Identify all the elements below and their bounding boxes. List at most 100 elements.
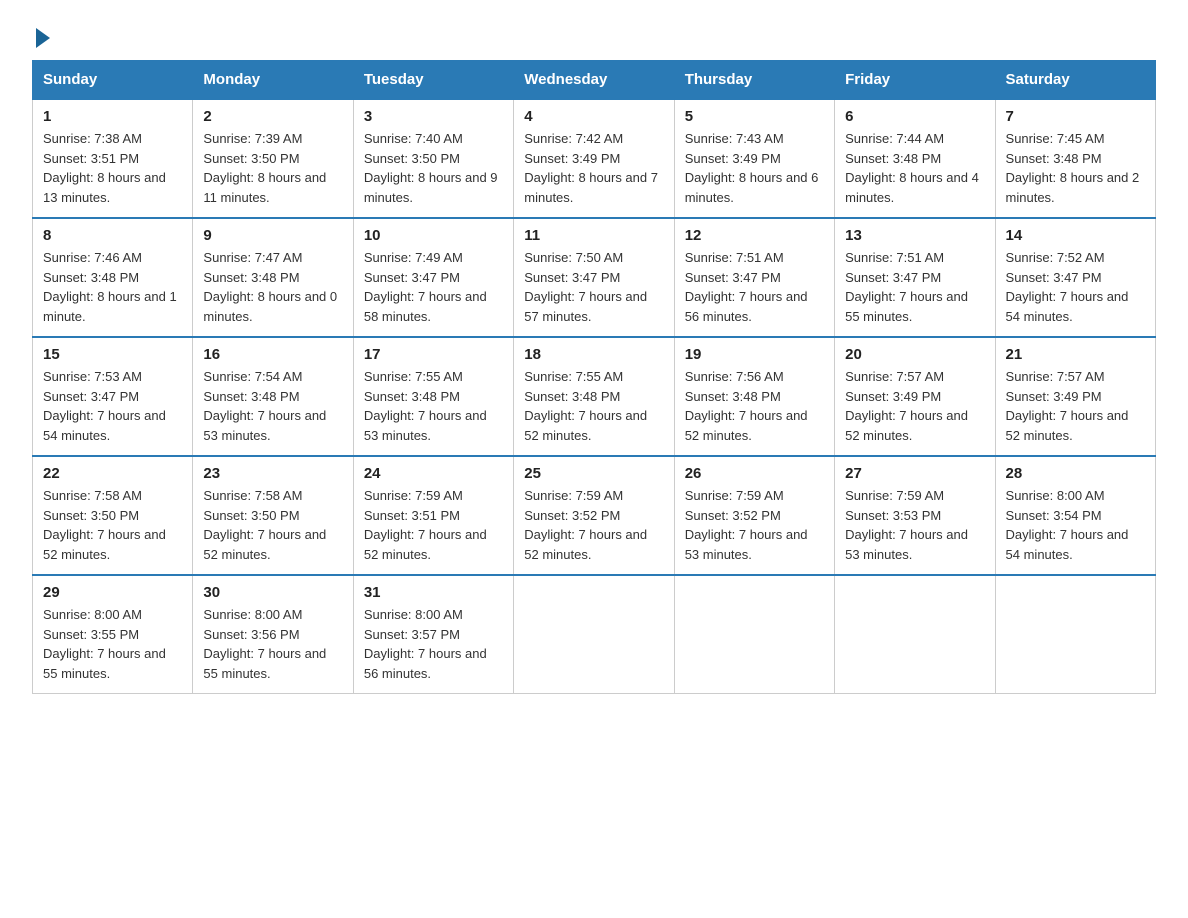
day-info: Sunrise: 7:42 AMSunset: 3:49 PMDaylight:… [524,129,663,207]
day-info: Sunrise: 7:55 AMSunset: 3:48 PMDaylight:… [364,367,503,445]
calendar-week-row: 29 Sunrise: 8:00 AMSunset: 3:55 PMDayligh… [33,575,1156,694]
day-number: 16 [203,346,342,363]
col-header-saturday: Saturday [995,61,1155,100]
calendar-cell: 28 Sunrise: 8:00 AMSunset: 3:54 PMDayligh… [995,456,1155,575]
day-number: 3 [364,108,503,125]
calendar-cell: 1 Sunrise: 7:38 AMSunset: 3:51 PMDaylight… [33,99,193,218]
day-number: 30 [203,584,342,601]
day-info: Sunrise: 7:56 AMSunset: 3:48 PMDaylight:… [685,367,824,445]
col-header-thursday: Thursday [674,61,834,100]
calendar-cell [995,575,1155,694]
day-info: Sunrise: 7:59 AMSunset: 3:52 PMDaylight:… [524,486,663,564]
calendar-cell: 18Sunrise: 7:55 AMSunset: 3:48 PMDayligh… [514,337,674,456]
calendar-cell: 11 Sunrise: 7:50 AMSunset: 3:47 PMDayligh… [514,218,674,337]
calendar-week-row: 22 Sunrise: 7:58 AMSunset: 3:50 PMDayligh… [33,456,1156,575]
day-number: 13 [845,227,984,244]
calendar-cell: 20 Sunrise: 7:57 AMSunset: 3:49 PMDayligh… [835,337,995,456]
calendar-cell [514,575,674,694]
calendar-cell: 6 Sunrise: 7:44 AMSunset: 3:48 PMDaylight… [835,99,995,218]
day-number: 11 [524,227,663,244]
day-number: 27 [845,465,984,482]
col-header-sunday: Sunday [33,61,193,100]
day-number: 22 [43,465,182,482]
day-info: Sunrise: 7:51 AMSunset: 3:47 PMDaylight:… [845,248,984,326]
calendar-cell: 27 Sunrise: 7:59 AMSunset: 3:53 PMDayligh… [835,456,995,575]
day-info: Sunrise: 7:55 AMSunset: 3:48 PMDaylight:… [524,367,663,445]
calendar-cell: 26 Sunrise: 7:59 AMSunset: 3:52 PMDayligh… [674,456,834,575]
col-header-friday: Friday [835,61,995,100]
day-info: Sunrise: 7:59 AMSunset: 3:53 PMDaylight:… [845,486,984,564]
day-number: 2 [203,108,342,125]
calendar-cell: 29 Sunrise: 8:00 AMSunset: 3:55 PMDayligh… [33,575,193,694]
day-info: Sunrise: 8:00 AMSunset: 3:55 PMDaylight:… [43,605,182,683]
calendar-cell [835,575,995,694]
calendar-cell: 14Sunrise: 7:52 AMSunset: 3:47 PMDayligh… [995,218,1155,337]
calendar-cell: 30 Sunrise: 8:00 AMSunset: 3:56 PMDayligh… [193,575,353,694]
day-info: Sunrise: 8:00 AMSunset: 3:54 PMDaylight:… [1006,486,1145,564]
day-number: 6 [845,108,984,125]
calendar-cell: 15 Sunrise: 7:53 AMSunset: 3:47 PMDayligh… [33,337,193,456]
day-number: 20 [845,346,984,363]
day-info: Sunrise: 7:58 AMSunset: 3:50 PMDaylight:… [203,486,342,564]
day-info: Sunrise: 7:58 AMSunset: 3:50 PMDaylight:… [43,486,182,564]
calendar-cell: 16Sunrise: 7:54 AMSunset: 3:48 PMDayligh… [193,337,353,456]
day-info: Sunrise: 7:43 AMSunset: 3:49 PMDaylight:… [685,129,824,207]
day-info: Sunrise: 7:52 AMSunset: 3:47 PMDaylight:… [1006,248,1145,326]
calendar-cell: 13 Sunrise: 7:51 AMSunset: 3:47 PMDayligh… [835,218,995,337]
calendar-week-row: 1 Sunrise: 7:38 AMSunset: 3:51 PMDaylight… [33,99,1156,218]
day-info: Sunrise: 7:44 AMSunset: 3:48 PMDaylight:… [845,129,984,207]
calendar-cell: 23 Sunrise: 7:58 AMSunset: 3:50 PMDayligh… [193,456,353,575]
day-info: Sunrise: 7:39 AMSunset: 3:50 PMDaylight:… [203,129,342,207]
calendar-cell: 7Sunrise: 7:45 AMSunset: 3:48 PMDaylight… [995,99,1155,218]
calendar-cell: 31 Sunrise: 8:00 AMSunset: 3:57 PMDayligh… [353,575,513,694]
day-info: Sunrise: 8:00 AMSunset: 3:57 PMDaylight:… [364,605,503,683]
day-number: 25 [524,465,663,482]
day-number: 28 [1006,465,1145,482]
calendar-cell: 2 Sunrise: 7:39 AMSunset: 3:50 PMDaylight… [193,99,353,218]
calendar-table: SundayMondayTuesdayWednesdayThursdayFrid… [32,60,1156,694]
day-info: Sunrise: 7:59 AMSunset: 3:51 PMDaylight:… [364,486,503,564]
calendar-header-row: SundayMondayTuesdayWednesdayThursdayFrid… [33,61,1156,100]
calendar-week-row: 8 Sunrise: 7:46 AMSunset: 3:48 PMDaylight… [33,218,1156,337]
day-number: 7 [1006,108,1145,125]
day-number: 23 [203,465,342,482]
calendar-cell: 21Sunrise: 7:57 AMSunset: 3:49 PMDayligh… [995,337,1155,456]
calendar-cell: 3 Sunrise: 7:40 AMSunset: 3:50 PMDaylight… [353,99,513,218]
day-number: 19 [685,346,824,363]
calendar-cell: 10Sunrise: 7:49 AMSunset: 3:47 PMDayligh… [353,218,513,337]
col-header-monday: Monday [193,61,353,100]
calendar-cell: 9 Sunrise: 7:47 AMSunset: 3:48 PMDaylight… [193,218,353,337]
logo [32,24,50,44]
col-header-tuesday: Tuesday [353,61,513,100]
day-info: Sunrise: 8:00 AMSunset: 3:56 PMDaylight:… [203,605,342,683]
day-number: 15 [43,346,182,363]
day-number: 1 [43,108,182,125]
day-info: Sunrise: 7:47 AMSunset: 3:48 PMDaylight:… [203,248,342,326]
day-number: 26 [685,465,824,482]
day-info: Sunrise: 7:57 AMSunset: 3:49 PMDaylight:… [845,367,984,445]
logo-arrow-icon [36,28,50,48]
calendar-week-row: 15 Sunrise: 7:53 AMSunset: 3:47 PMDayligh… [33,337,1156,456]
day-number: 9 [203,227,342,244]
calendar-cell: 8 Sunrise: 7:46 AMSunset: 3:48 PMDaylight… [33,218,193,337]
day-info: Sunrise: 7:59 AMSunset: 3:52 PMDaylight:… [685,486,824,564]
calendar-cell [674,575,834,694]
calendar-cell: 19 Sunrise: 7:56 AMSunset: 3:48 PMDayligh… [674,337,834,456]
calendar-cell: 12Sunrise: 7:51 AMSunset: 3:47 PMDayligh… [674,218,834,337]
day-number: 8 [43,227,182,244]
day-number: 17 [364,346,503,363]
day-number: 29 [43,584,182,601]
calendar-cell: 5Sunrise: 7:43 AMSunset: 3:49 PMDaylight… [674,99,834,218]
day-info: Sunrise: 7:40 AMSunset: 3:50 PMDaylight:… [364,129,503,207]
calendar-cell: 25 Sunrise: 7:59 AMSunset: 3:52 PMDayligh… [514,456,674,575]
page-header [32,24,1156,44]
day-info: Sunrise: 7:53 AMSunset: 3:47 PMDaylight:… [43,367,182,445]
day-info: Sunrise: 7:46 AMSunset: 3:48 PMDaylight:… [43,248,182,326]
calendar-cell: 4Sunrise: 7:42 AMSunset: 3:49 PMDaylight… [514,99,674,218]
day-info: Sunrise: 7:38 AMSunset: 3:51 PMDaylight:… [43,129,182,207]
day-info: Sunrise: 7:50 AMSunset: 3:47 PMDaylight:… [524,248,663,326]
day-number: 12 [685,227,824,244]
day-number: 31 [364,584,503,601]
calendar-cell: 24Sunrise: 7:59 AMSunset: 3:51 PMDayligh… [353,456,513,575]
day-info: Sunrise: 7:49 AMSunset: 3:47 PMDaylight:… [364,248,503,326]
